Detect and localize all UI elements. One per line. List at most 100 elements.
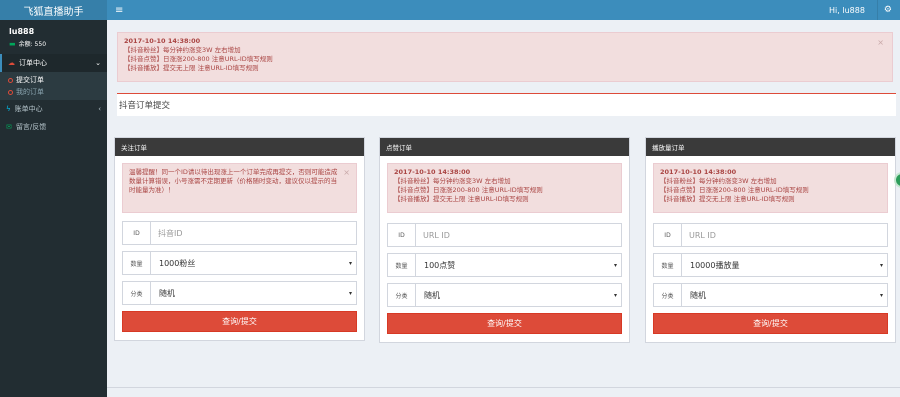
box-title: 点赞订单 (380, 138, 629, 156)
box-title: 播放量订单 (646, 138, 895, 156)
type-select-group: 分类 随机 ▾ (122, 281, 357, 305)
like-order-box: 点赞订单 2017-10-10 14:38:00 【抖音粉丝】每分钟约涨变3W … (379, 137, 630, 343)
balance-text: 余额: 550 (18, 41, 47, 48)
sidebar-subitem-label: 我的订单 (16, 88, 44, 96)
notice-line: 【抖音粉丝】每分钟约涨变3W 左右增加 (660, 177, 777, 185)
gear-icon[interactable]: ⚙ (884, 5, 892, 15)
caret-down-icon: ▾ (879, 291, 883, 299)
notice-alert: 2017-10-10 14:38:00 【抖音粉丝】每分钟约涨变3W 左右增加 … (387, 163, 622, 213)
url-id-input[interactable] (416, 224, 621, 246)
type-value: 随机 (690, 290, 706, 300)
douyin-id-input[interactable] (151, 222, 356, 244)
circle-icon (8, 89, 13, 95)
notice-line: 【抖音播放】提交无上限 注意URL-ID填写规则 (394, 195, 529, 203)
notice-time: 2017-10-10 14:38:00 (124, 37, 201, 45)
type-select-group: 分类 随机 ▾ (387, 283, 622, 307)
comment-icon: ✉ (6, 123, 12, 131)
user-greeting[interactable]: Hi, lu888 (829, 6, 865, 15)
follow-order-box: 关注订单 温馨提醒！同一个ID请以待出现涨上一个订单完成再提交，否则可能造成数量… (114, 137, 365, 341)
navbar-divider (876, 0, 878, 20)
sidebar-username: lu888 (9, 27, 35, 36)
orders-submenu: 提交订单 我的订单 (0, 72, 107, 100)
box-body: 2017-10-10 14:38:00 【抖音粉丝】每分钟约涨变3W 左右增加 … (646, 156, 895, 342)
caret-down-icon: ▾ (613, 291, 617, 299)
warning-text: 温馨提醒！同一个ID请以待出现涨上一个订单完成再提交，否则可能造成数量计算错误，… (129, 168, 338, 194)
type-select[interactable]: 随机 ▾ (151, 282, 356, 304)
quantity-value: 1000粉丝 (159, 258, 196, 268)
sidebar-item-label: 订单中心 (19, 59, 47, 67)
box-body: 温馨提醒！同一个ID请以待出现涨上一个订单完成再提交，否则可能造成数量计算错误，… (115, 156, 364, 340)
quantity-select[interactable]: 100点赞 ▾ (416, 254, 621, 276)
notice-line: 【抖音粉丝】每分钟约涨变3W 左右增加 (394, 177, 511, 185)
type-select[interactable]: 随机 ▾ (682, 284, 887, 306)
quantity-select-group: 数量 10000播放量 ▾ (653, 253, 888, 277)
top-navbar: ≡ Hi, lu888 ⚙ (107, 0, 900, 20)
submit-button[interactable]: 查询/提交 (122, 311, 357, 332)
quantity-label: 数量 (654, 254, 682, 276)
notice-line: 【抖音点赞】日涨涨200-800 注意URL-ID填写规则 (394, 186, 543, 194)
type-label: 分类 (123, 282, 151, 304)
type-label: 分类 (388, 284, 416, 306)
notice-alert: 2017-10-10 14:38:00 【抖音粉丝】每分钟约涨变3W 左右增加 … (653, 163, 888, 213)
submit-button[interactable]: 查询/提交 (653, 313, 888, 334)
notice-alert: 2017-10-10 14:38:00 【抖音粉丝】每分钟约涨变3W 左右增加 … (117, 32, 893, 82)
type-label: 分类 (654, 284, 682, 306)
sidebar-item-orders[interactable]: ☁ 订单中心 ⌄ (0, 54, 107, 72)
sidebar-balance: ▬ 余额: 550 (9, 39, 98, 49)
url-id-input[interactable] (682, 224, 887, 246)
quantity-select[interactable]: 10000播放量 ▾ (682, 254, 887, 276)
notice-line: 【抖音播放】提交无上限 注意URL-ID填写规则 (660, 195, 795, 203)
notice-line: 【抖音播放】提交无上限 注意URL-ID填写规则 (124, 64, 259, 72)
app-logo[interactable]: 飞狐直播助手 (0, 0, 107, 20)
warning-alert: 温馨提醒！同一个ID请以待出现涨上一个订单完成再提交，否则可能造成数量计算错误，… (122, 163, 357, 213)
chevron-left-icon: ‹ (98, 105, 101, 113)
quantity-select-group: 数量 100点赞 ▾ (387, 253, 622, 277)
quantity-value: 100点赞 (424, 260, 456, 270)
caret-down-icon: ▾ (348, 289, 352, 297)
id-label: ID (123, 222, 151, 244)
id-input-group: ID (387, 223, 622, 247)
cloud-icon: ☁ (8, 59, 15, 67)
submit-button[interactable]: 查询/提交 (387, 313, 622, 334)
close-icon[interactable]: × (343, 168, 350, 177)
user-panel: lu888 ▬ 余额: 550 (0, 20, 107, 54)
id-label: ID (388, 224, 416, 246)
credit-card-icon: ▬ (9, 39, 16, 48)
chevron-down-icon: ⌄ (95, 59, 101, 67)
notice-time: 2017-10-10 14:38:00 (660, 168, 737, 176)
footer-divider (107, 387, 900, 388)
sidebar: lu888 ▬ 余额: 550 ☁ 订单中心 ⌄ 提交订单 我的订单 ϟ 账单中… (0, 20, 107, 397)
caret-down-icon: ▾ (613, 261, 617, 269)
id-input-group: ID (122, 221, 357, 245)
user-menu[interactable]: Hi, lu888 ⚙ (829, 0, 892, 20)
sidebar-subitem-label: 提交订单 (16, 76, 44, 84)
sidebar-subitem-submit-order[interactable]: 提交订单 (0, 74, 107, 86)
box-body: 2017-10-10 14:38:00 【抖音粉丝】每分钟约涨变3W 左右增加 … (380, 156, 629, 342)
caret-down-icon: ▾ (879, 261, 883, 269)
caret-down-icon: ▾ (348, 259, 352, 267)
main-content: 2017-10-10 14:38:00 【抖音粉丝】每分钟约涨变3W 左右增加 … (107, 20, 900, 397)
notice-line: 【抖音点赞】日涨涨200-800 注意URL-ID填写规则 (660, 186, 809, 194)
notice-line: 【抖音粉丝】每分钟约涨变3W 左右增加 (124, 46, 241, 54)
sidebar-item-feedback[interactable]: ✉ 留言/反馈 (0, 118, 107, 136)
type-select[interactable]: 随机 ▾ (416, 284, 621, 306)
menu-toggle-icon[interactable]: ≡ (115, 5, 123, 16)
sidebar-subitem-my-orders[interactable]: 我的订单 (0, 86, 107, 98)
id-input-group: ID (653, 223, 888, 247)
sidebar-item-label: 留言/反馈 (15, 123, 47, 131)
notice-line: 【抖音点赞】日涨涨200-800 注意URL-ID填写规则 (124, 55, 273, 63)
sidebar-item-billing[interactable]: ϟ 账单中心 ‹ (0, 100, 107, 118)
page-title: 抖音订单提交 (117, 93, 896, 116)
type-value: 随机 (424, 290, 440, 300)
box-title: 关注订单 (115, 138, 364, 156)
quantity-label: 数量 (388, 254, 416, 276)
play-order-box: 播放量订单 2017-10-10 14:38:00 【抖音粉丝】每分钟约涨变3W… (645, 137, 896, 343)
quantity-select[interactable]: 1000粉丝 ▾ (151, 252, 356, 274)
quantity-label: 数量 (123, 252, 151, 274)
close-icon[interactable]: × (877, 38, 884, 47)
quantity-select-group: 数量 1000粉丝 ▾ (122, 251, 357, 275)
notice-time: 2017-10-10 14:38:00 (394, 168, 471, 176)
circle-icon (8, 77, 13, 83)
sidebar-item-label: 账单中心 (14, 105, 43, 113)
id-label: ID (654, 224, 682, 246)
